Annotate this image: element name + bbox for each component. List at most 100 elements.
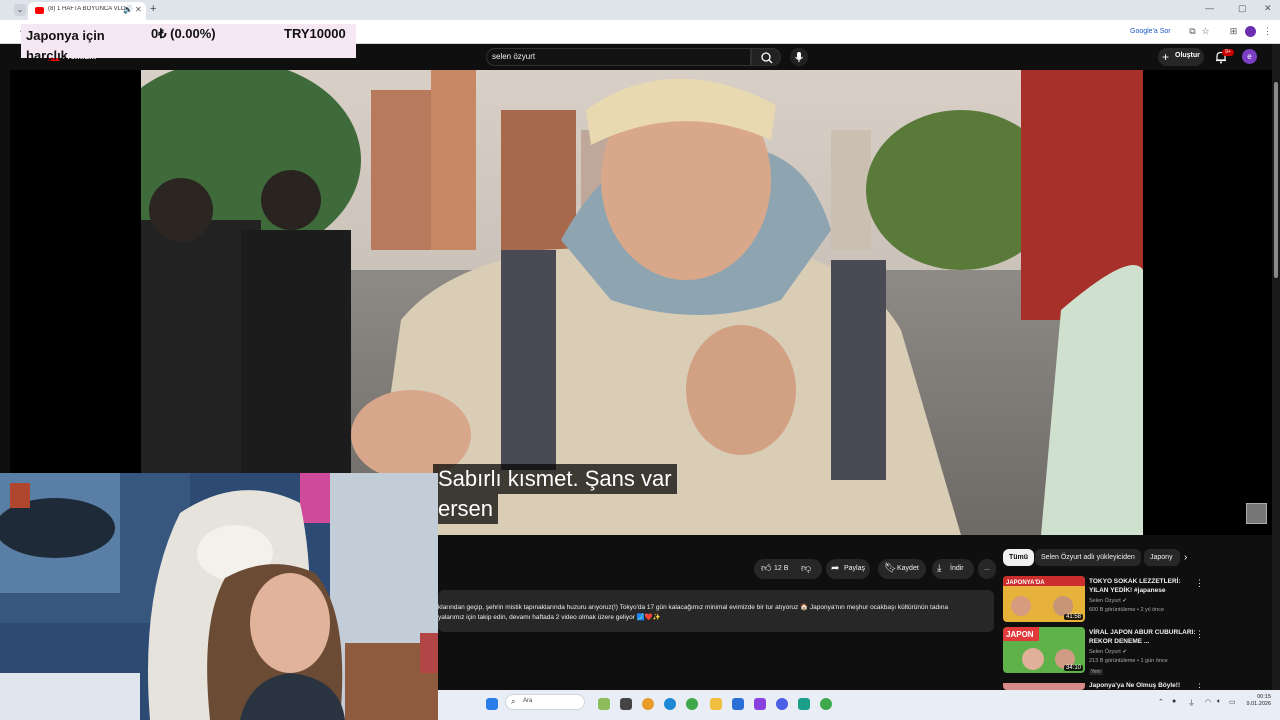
recommended-video-3[interactable]: Japonya'ya Ne Olmuş Böyle!! ⋮ <box>1003 680 1273 690</box>
edge-browser-icon[interactable] <box>664 698 676 710</box>
description-line-2: yalarımız için takip edin, devamı haftad… <box>438 614 661 621</box>
like-count[interactable]: 12 B <box>774 559 788 579</box>
browser-menu-icon[interactable]: ⋮ <box>1262 26 1273 37</box>
download-icon: ⤓ <box>937 563 942 574</box>
subtitle-line-2: ersen <box>433 494 499 524</box>
download-button[interactable]: ⤓ İndir <box>932 559 974 579</box>
page-scrollbar-thumb[interactable] <box>1274 82 1278 278</box>
search-button[interactable] <box>751 48 781 66</box>
browser-tabstrip: ⌄ (8) 1 HAFTA BOYUNCA VLO 🔊 ✕ + — ▢ ✕ <box>0 0 1280 20</box>
new-badge: Yeni <box>1089 669 1103 675</box>
video-channel-1[interactable]: Selen Özyurt ✔ <box>1089 598 1127 604</box>
video-actions-bar: 👍︎ 12 B 👎︎ ➦ Paylaş 🔖︎ Kaydet ⤓ İndir ..… <box>438 556 1000 582</box>
tab-search-chevron-icon[interactable]: ⌄ <box>14 4 26 16</box>
tray-network-icon[interactable]: ⏚ <box>1188 698 1195 708</box>
voice-search-button[interactable] <box>790 48 808 66</box>
video-meta-1: 600 B görüntüleme • 2 yıl önce <box>1089 607 1164 613</box>
tray-chevron-icon[interactable]: ⌃ <box>1158 698 1164 706</box>
like-thumb-up-icon[interactable]: 👍︎ <box>761 559 771 579</box>
windows-start-icon[interactable] <box>486 698 498 710</box>
save-button[interactable]: 🔖︎ Kaydet <box>878 559 926 579</box>
taskbar-search-placeholder: Ara <box>523 698 533 704</box>
share-button[interactable]: ➦ Paylaş <box>826 559 870 579</box>
clock-time: 00:15 <box>1257 694 1271 700</box>
more-actions-button[interactable]: ... <box>978 559 996 579</box>
app-icon-teal[interactable] <box>798 698 810 710</box>
subtitle-line-1: Sabırlı kısmet. Şans var <box>433 464 677 494</box>
create-label: Oluştur <box>1175 52 1200 59</box>
chip-japan[interactable]: Japony <box>1144 549 1180 566</box>
discord-icon[interactable] <box>776 698 788 710</box>
video-meta-2: 213 B görüntüleme • 1 gün önce <box>1089 658 1168 664</box>
kebab-menu-icon[interactable]: ⋮ <box>1195 682 1204 690</box>
search-icon: ⌕ <box>511 697 516 706</box>
browser-profile-avatar[interactable] <box>1245 26 1256 37</box>
chevron-right-icon[interactable]: › <box>1184 552 1187 563</box>
volume-icon[interactable]: 🔈︎ <box>1217 698 1221 706</box>
thumbnail-2-text: JAPON <box>1006 630 1034 639</box>
chrome-browser-icon[interactable] <box>686 698 698 710</box>
video-duration-2: 34:10 <box>1063 665 1083 671</box>
share-label: Paylaş <box>844 565 866 572</box>
microphone-icon <box>795 52 803 62</box>
recommended-video-2[interactable]: JAPON 34:10 VİRAL JAPON ABUR CUBURLARI: … <box>1003 627 1273 677</box>
chip-all[interactable]: Tümü <box>1003 549 1035 566</box>
bookmark-star-icon[interactable]: ☆ <box>1200 26 1211 37</box>
task-view-icon[interactable] <box>620 698 632 710</box>
video-thumbnail-2[interactable]: JAPON 34:10 <box>1003 627 1085 673</box>
video-duration-1: 41:58 <box>1063 614 1083 620</box>
video-title-2[interactable]: VİRAL JAPON ABUR CUBURLARI: REKOR DENEME… <box>1089 628 1197 646</box>
like-dislike-group: 👍︎ 12 B 👎︎ <box>754 559 822 579</box>
battery-icon[interactable]: ▭ <box>1229 698 1236 706</box>
video-thumbnail-1[interactable]: JAPONYA'DA 41:58 <box>1003 576 1085 622</box>
ticker-value: TRY10000 <box>284 26 346 41</box>
twitch-icon[interactable] <box>754 698 766 710</box>
taskbar-clock[interactable]: 00:15 9.01.2026 <box>1243 694 1271 708</box>
close-tab-icon[interactable]: ✕ <box>135 5 142 14</box>
minimize-window-icon[interactable]: — <box>1205 3 1214 13</box>
account-avatar[interactable]: e <box>1242 49 1257 64</box>
close-window-icon[interactable]: ✕ <box>1264 3 1272 14</box>
webcam-overlay <box>0 473 438 720</box>
dislike-thumb-down-icon[interactable]: 👎︎ <box>801 559 811 579</box>
new-tab-plus-icon[interactable]: + <box>150 3 156 15</box>
create-button[interactable]: + Oluştur <box>1158 48 1204 66</box>
taskbar-search-box[interactable]: ⌕ Ara <box>505 694 585 710</box>
speaker-icon[interactable]: 🔊 <box>123 5 133 14</box>
search-icon <box>761 52 773 64</box>
miniplayer-thumbnail[interactable] <box>1246 503 1267 524</box>
extensions-icon[interactable]: ⊞ <box>1228 26 1239 37</box>
chip-uploader[interactable]: Selen Özyurt adlı yükleyiciden <box>1035 549 1141 566</box>
copilot-icon[interactable] <box>642 698 654 710</box>
tray-app-icon[interactable]: ● <box>1172 698 1176 705</box>
notification-count-badge: 9+ <box>1222 49 1234 56</box>
video-channel-2[interactable]: Selen Özyurt ✔ <box>1089 649 1127 655</box>
google-ask-chip[interactable]: Google'a Sor <box>1126 25 1175 38</box>
file-explorer-icon[interactable] <box>710 698 722 710</box>
settings-app-icon[interactable] <box>732 698 744 710</box>
search-input-value[interactable]: selen özyurt <box>492 52 535 61</box>
video-description[interactable]: klarından geçip, şehrin mistik tapınakla… <box>438 590 994 632</box>
share-arrow-icon: ➦ <box>831 563 840 574</box>
save-bookmark-icon: 🔖︎ <box>884 563 897 574</box>
kebab-menu-icon[interactable]: ⋮ <box>1195 578 1204 589</box>
kebab-menu-icon[interactable]: ⋮ <box>1195 629 1204 640</box>
browser-tab-active[interactable]: (8) 1 HAFTA BOYUNCA VLO 🔊 ✕ <box>28 2 146 20</box>
video-thumbnail-3[interactable] <box>1003 680 1085 690</box>
maximize-window-icon[interactable]: ▢ <box>1238 3 1247 14</box>
plus-icon: + <box>1162 50 1170 64</box>
clock-date: 9.01.2026 <box>1246 701 1271 707</box>
install-app-icon[interactable]: ⧉ <box>1187 26 1198 37</box>
streamer-webcam-image <box>0 473 438 720</box>
tab-title: (8) 1 HAFTA BOYUNCA VLO <box>48 6 126 12</box>
ticker-label: Japonya için harçlık <box>26 28 105 63</box>
wifi-icon[interactable]: ◠ <box>1205 698 1211 706</box>
youtube-favicon-icon <box>35 7 44 14</box>
recommended-video-1[interactable]: JAPONYA'DA 41:58 TOKYO SOKAK LEZZETLERİ:… <box>1003 576 1273 626</box>
video-title-1[interactable]: TOKYO SOKAK LEZZETLERİ: YILAN YEDİK! #ja… <box>1089 577 1197 595</box>
thumbnail-image-3 <box>1003 683 1085 690</box>
chrome-profile-icon[interactable] <box>820 698 832 710</box>
thumbnail-1-text: JAPONYA'DA <box>1006 580 1045 586</box>
widgets-icon[interactable] <box>598 698 610 710</box>
video-title-3[interactable]: Japonya'ya Ne Olmuş Böyle!! <box>1089 681 1197 690</box>
